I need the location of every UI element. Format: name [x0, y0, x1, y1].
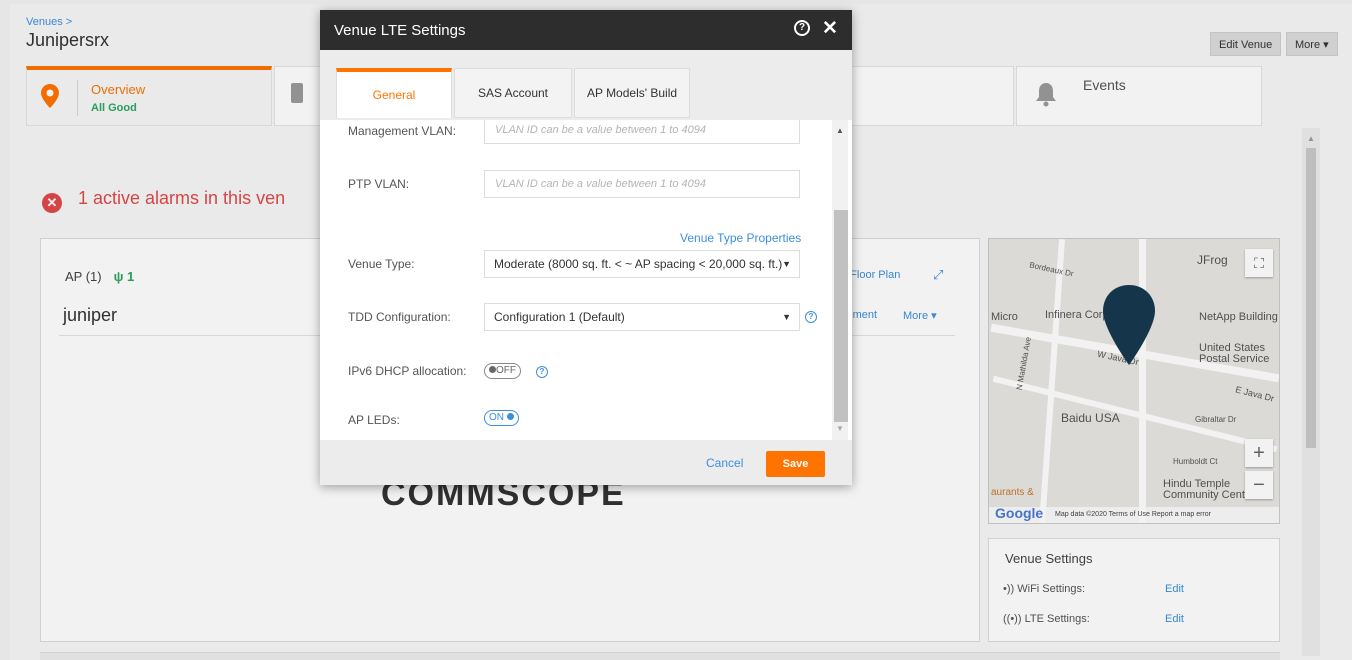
save-button[interactable]: Save [766, 451, 825, 477]
close-icon[interactable]: ✕ [822, 17, 838, 40]
toggle-knob [489, 366, 496, 373]
management-vlan-label: Management VLAN: [348, 124, 457, 138]
ap-leds-label: AP LEDs: [348, 413, 400, 427]
venue-type-label: Venue Type: [348, 257, 415, 271]
tab-ap-models-build[interactable]: AP Models' Build [574, 68, 690, 118]
dialog-header: Venue LTE Settings ? ✕ [320, 10, 852, 50]
dialog-scrollbar-thumb[interactable] [834, 210, 848, 422]
dialog-tabs: General SAS Account AP Models' Build [320, 50, 852, 120]
dialog-title: Venue LTE Settings [334, 22, 466, 39]
ptp-vlan-label: PTP VLAN: [348, 177, 410, 191]
ap-leds-toggle-value: ON [489, 412, 504, 423]
ap-leds-toggle[interactable]: ON [484, 410, 519, 426]
dialog-footer: Cancel Save [320, 440, 852, 485]
venue-lte-settings-dialog: Venue LTE Settings ? ✕ General SAS Accou… [320, 10, 852, 485]
cancel-button[interactable]: Cancel [706, 456, 743, 470]
tdd-configuration-value: Configuration 1 (Default) [494, 310, 625, 324]
toggle-knob [506, 413, 514, 420]
venue-type-properties-link[interactable]: Venue Type Properties [680, 231, 801, 245]
tab-sas-account[interactable]: SAS Account [454, 68, 572, 118]
help-icon[interactable]: ? [794, 20, 810, 36]
help-icon[interactable]: ? [805, 311, 817, 323]
dialog-body: Management VLAN: PTP VLAN: Venue Type Pr… [320, 120, 852, 440]
help-icon[interactable]: ? [536, 366, 548, 378]
venue-type-select[interactable]: Moderate (8000 sq. ft. < ~ AP spacing < … [484, 250, 800, 278]
chevron-down-icon: ▼ [782, 259, 791, 269]
ipv6-dhcp-toggle-value: OFF [496, 365, 516, 376]
ipv6-dhcp-label: IPv6 DHCP allocation: [348, 364, 467, 378]
tab-general[interactable]: General [336, 68, 452, 118]
tdd-configuration-select[interactable]: Configuration 1 (Default) ▼ [484, 303, 800, 331]
management-vlan-input[interactable] [484, 120, 800, 144]
scroll-down-arrow-icon[interactable]: ▼ [836, 424, 844, 433]
ptp-vlan-input[interactable] [484, 170, 800, 198]
ipv6-dhcp-toggle[interactable]: OFF [484, 363, 521, 379]
venue-type-value: Moderate (8000 sq. ft. < ~ AP spacing < … [494, 257, 783, 271]
tdd-configuration-label: TDD Configuration: [348, 310, 451, 324]
chevron-down-icon: ▼ [782, 312, 791, 322]
scroll-up-arrow-icon[interactable]: ▲ [836, 126, 844, 135]
